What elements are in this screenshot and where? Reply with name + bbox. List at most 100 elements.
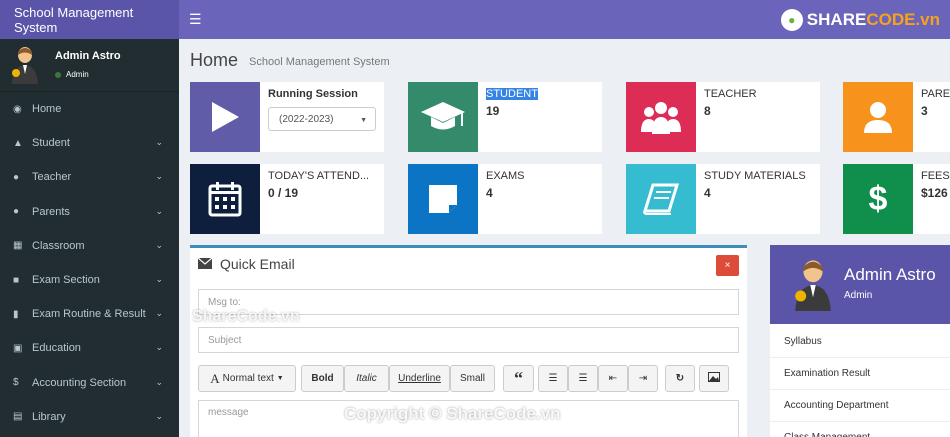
fees-box[interactable]: $ FEES $126: [843, 164, 950, 234]
profile-widget: Admin Astro Admin Syllabus Examination R…: [770, 245, 950, 437]
library-icon: ▤: [13, 411, 23, 423]
chevron-down-icon: ⌄: [155, 342, 163, 353]
page-title: Home: [190, 50, 239, 70]
session-box: Running Session (2022-2023) ▼: [190, 82, 384, 152]
image-icon: [708, 372, 720, 385]
font-icon: A: [210, 370, 220, 386]
outdent-icon: ⇤: [608, 373, 618, 384]
sidebar-item-education[interactable]: ▣ Education ⌄: [0, 331, 179, 365]
sidebar-item-label: Exam Routine & Result: [32, 308, 146, 321]
chevron-down-icon: ⌄: [155, 137, 163, 148]
sidebar-item-label: Student: [32, 137, 70, 150]
caret-down-icon: ▼: [276, 375, 284, 382]
study-materials-box[interactable]: STUDY MATERIALS 4: [626, 164, 820, 234]
student-box[interactable]: STUDENT 19: [408, 82, 602, 152]
session-label: Running Session: [268, 88, 358, 100]
small-button[interactable]: Small: [450, 365, 495, 392]
teacher-box[interactable]: TEACHER 8: [626, 82, 820, 152]
session-select[interactable]: (2022-2023) ▼: [268, 107, 376, 131]
sidebar-item-parents[interactable]: ● Parents ⌄: [0, 195, 179, 229]
link-button[interactable]: ↻: [665, 365, 695, 392]
profile-header: Admin Astro Admin: [770, 245, 950, 324]
parents-count: 3: [921, 104, 928, 118]
user-icon: ●: [13, 206, 20, 218]
profile-link-syllabus[interactable]: Syllabus: [770, 326, 950, 358]
study-materials-label: STUDY MATERIALS: [704, 170, 806, 182]
sidebar-item-teacher[interactable]: ● Teacher ⌄: [0, 160, 179, 194]
calendar-icon: [190, 164, 260, 234]
attendance-box[interactable]: TODAY'S ATTEND... 0 / 19: [190, 164, 384, 234]
sidebar-item-label: Teacher: [32, 171, 72, 184]
watermark-logo-a: SHARE: [806, 10, 867, 29]
exams-label: EXAMS: [486, 170, 525, 182]
fees-value: $126: [921, 186, 948, 200]
sidebar-item-accounting[interactable]: $ Accounting Section ⌄: [0, 366, 179, 400]
exams-count: 4: [486, 186, 493, 200]
user-name: Admin Astro: [55, 50, 121, 62]
teacher-count: 8: [704, 104, 711, 118]
chevron-down-icon: ⌄: [155, 308, 163, 319]
chevron-down-icon: ⌄: [155, 239, 163, 250]
link-icon: ↻: [675, 373, 685, 384]
bold-button[interactable]: Bold: [301, 365, 344, 392]
ordered-list-button[interactable]: ☰: [568, 365, 598, 392]
parents-box[interactable]: PARE 3: [843, 82, 950, 152]
user-icon: [843, 82, 913, 152]
sidebar-item-label: Accounting Section: [32, 376, 127, 389]
chevron-down-icon: ⌄: [155, 273, 163, 284]
users-icon: [626, 82, 696, 152]
teacher-label: TEACHER: [704, 88, 757, 100]
underline-button[interactable]: Underline: [389, 365, 450, 392]
sidebar: Admin Astro Admin ◉ Home ▲ Student ⌄ ● Teach…: [0, 39, 179, 437]
outdent-button[interactable]: ⇤: [598, 365, 628, 392]
normal-text-dropdown[interactable]: A Normal text ▼: [198, 365, 296, 392]
brand-title[interactable]: School Management System: [0, 0, 179, 39]
study-materials-count: 4: [704, 186, 711, 200]
italic-button[interactable]: Italic: [344, 365, 389, 392]
fees-label: FEES: [921, 170, 950, 182]
exams-box[interactable]: EXAMS 4: [408, 164, 602, 234]
student-count: 19: [486, 104, 500, 118]
list-ul-icon: ☰: [548, 373, 558, 384]
watermark-logo: ● SHARE CODE.vn: [780, 8, 940, 32]
graduation-cap-icon: ▲: [13, 137, 23, 149]
watermark-bubble-icon: ●: [780, 9, 803, 31]
file-icon: ▮: [13, 308, 19, 320]
user-panel: Admin Astro Admin: [0, 39, 179, 92]
play-icon: [190, 82, 260, 152]
attendance-value: 0 / 19: [268, 186, 299, 200]
image-button[interactable]: [699, 365, 729, 392]
sticky-note-icon: [408, 164, 478, 234]
graduation-cap-icon: [408, 82, 478, 152]
profile-link-accounting[interactable]: Accounting Department: [770, 390, 950, 422]
attendance-label: TODAY'S ATTEND...: [268, 170, 370, 182]
profile-link-class-management[interactable]: Class Management: [770, 422, 950, 437]
unordered-list-button[interactable]: ☰: [538, 365, 568, 392]
close-button[interactable]: ×: [716, 255, 739, 276]
watermark-copyright: Copyright © ShareCode.vn: [344, 404, 561, 423]
email-subject-field[interactable]: Subject: [198, 327, 739, 353]
chevron-down-icon: ⌄: [155, 171, 163, 182]
sidebar-item-student[interactable]: ▲ Student ⌄: [0, 126, 179, 160]
indent-button[interactable]: ⇥: [628, 365, 658, 392]
profile-link-exam-result[interactable]: Examination Result: [770, 358, 950, 390]
profile-avatar: [795, 260, 831, 311]
indent-icon: ⇥: [638, 373, 648, 384]
quick-email-header: Quick Email: [197, 256, 295, 272]
student-label: STUDENT: [486, 88, 538, 100]
users-icon: ●: [13, 171, 20, 183]
sidebar-item-library[interactable]: ▤ Library ⌄: [0, 400, 179, 434]
sidebar-item-exam-routine[interactable]: ▮ Exam Routine & Result ⌄: [0, 297, 179, 331]
sidebar-item-home[interactable]: ◉ Home: [0, 92, 179, 126]
chevron-down-icon: ⌄: [155, 410, 163, 421]
hamburger-menu-icon[interactable]: ☰: [189, 11, 202, 28]
sidebar-item-label: Parents: [32, 205, 70, 218]
sidebar-item-classroom[interactable]: ▦ Classroom ⌄: [0, 229, 179, 263]
blockquote-button[interactable]: “: [503, 365, 534, 392]
sidebar-item-label: Library: [32, 410, 66, 423]
sidebar-item-exam-section[interactable]: ■ Exam Section ⌄: [0, 263, 179, 297]
profile-name: Admin Astro: [844, 265, 936, 284]
online-status-icon: [55, 71, 61, 78]
sidebar-item-label: Education: [32, 342, 81, 355]
book-icon: [626, 164, 696, 234]
